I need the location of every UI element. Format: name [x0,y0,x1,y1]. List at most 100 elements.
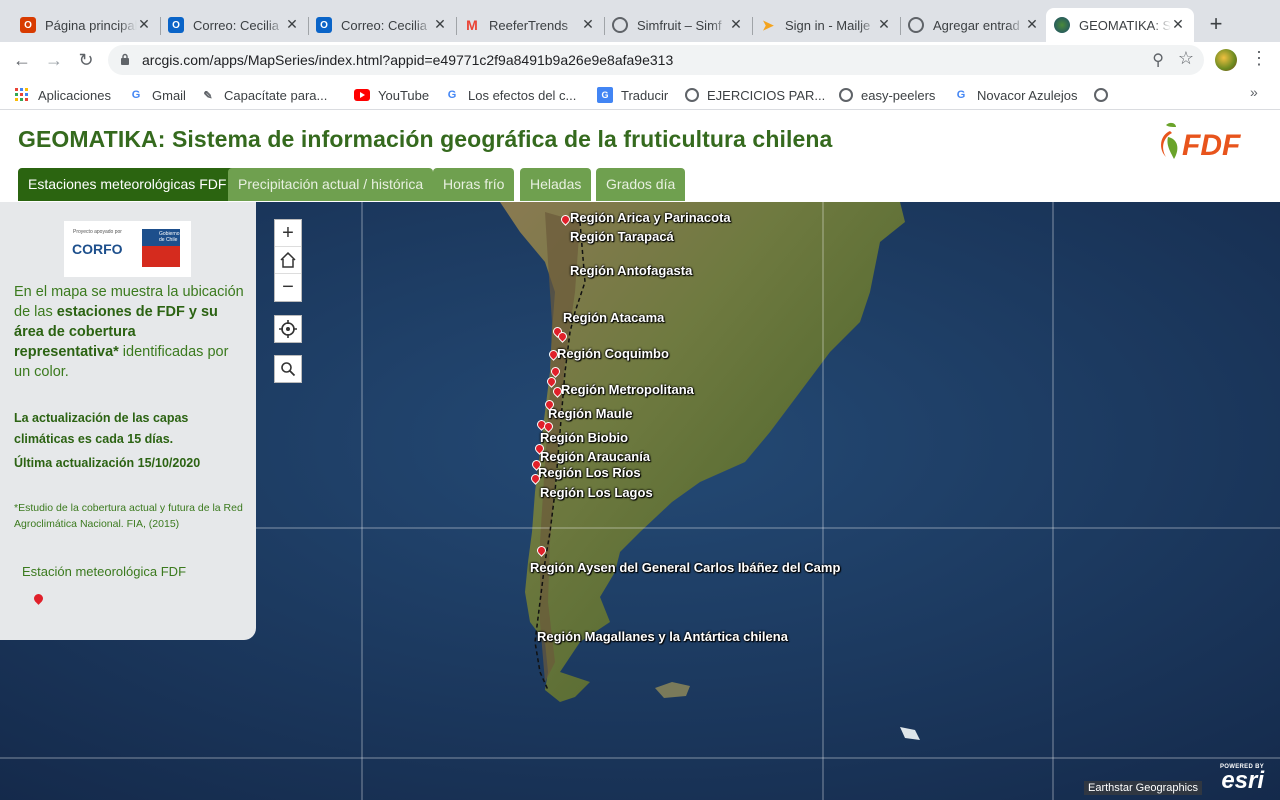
mailjet-icon: ➤ [762,16,774,33]
region-label[interactable]: Región Los Ríos [538,465,641,480]
bookmarks-bar: Aplicaciones G Gmail ✎ Capacítate para..… [0,78,1280,110]
bookmark-label: EJERCICIOS PAR... [707,87,826,103]
map-attribution: Earthstar Geographics [1084,781,1203,795]
update-frequency-text: La actualización de las capas climáticas… [14,411,189,446]
region-label[interactable]: Región Los Lagos [540,485,653,500]
zoom-control: + − [274,219,302,302]
globe-icon [1094,88,1108,102]
arcgis-globe-icon [1054,17,1070,33]
bookmark-label: Aplicaciones [38,87,111,103]
office-icon: O [20,17,36,33]
outlook-icon: O [168,17,184,33]
legend-pin-icon [32,592,45,605]
zoom-out-button[interactable]: − [275,274,301,301]
region-label[interactable]: Región Atacama [563,310,664,325]
profile-avatar[interactable] [1215,49,1237,71]
tab-precipitacion[interactable]: Precipitación actual / histórica [228,168,434,201]
bookmark-item[interactable]: G Gmail [128,86,186,104]
zoom-in-button[interactable]: + [275,220,301,247]
google-icon: G [131,89,141,101]
corfo-caption: Proyecto apoyado por [73,229,122,235]
gmail-icon: M [466,17,478,33]
bookmark-label: easy-peelers [861,87,936,103]
home-button[interactable] [275,247,301,274]
region-label[interactable]: Región Aysen del General Carlos Ibáñez d… [530,560,840,575]
url-text: arcgis.com/apps/MapSeries/index.html?app… [142,52,674,68]
bookmark-item[interactable]: Aplicaciones [14,86,111,104]
home-icon [280,251,296,268]
footnote-text: *Estudio de la cobertura actual y futura… [14,502,243,530]
tab-title: GEOMATIKA: S [1079,17,1171,33]
bookmark-item[interactable]: easy-peelers [839,86,935,104]
close-icon[interactable]: ✕ [728,16,744,32]
tab-title: Agregar entrad [933,17,1020,33]
browser-tab[interactable]: ➤ Sign in - Mailje ✕ [752,8,901,42]
close-icon[interactable]: ✕ [136,16,152,32]
close-icon[interactable]: ✕ [1024,16,1040,32]
browser-tab[interactable]: Simfruit – Simf ✕ [604,8,753,42]
close-icon[interactable]: ✕ [580,16,596,32]
locate-crosshair-icon [279,320,297,338]
region-label[interactable]: Región Coquimbo [557,346,669,361]
bookmark-item[interactable]: YouTube [354,86,429,104]
bookmark-item[interactable] [1094,86,1116,104]
lock-icon [121,53,129,65]
browser-tab[interactable]: O Página principal ✕ [12,8,161,42]
address-bar[interactable]: arcgis.com/apps/MapSeries/index.html?app… [108,45,1204,75]
zoom-magnifier-icon[interactable]: ⚲ [1152,50,1164,70]
region-label[interactable]: Región Antofagasta [570,263,692,278]
region-label[interactable]: Región Metropolitana [561,382,694,397]
bookmark-label: Gmail [152,87,186,103]
svg-text:FDF: FDF [1182,129,1241,162]
browser-tab[interactable]: Agregar entrad ✕ [900,8,1048,42]
chrome-menu-icon[interactable]: ⋮ [1250,48,1268,69]
outlook-icon: O [316,17,332,33]
gobierno-text: Gobierno de Chile [159,231,180,243]
region-label[interactable]: Región Maule [548,406,633,421]
close-icon[interactable]: ✕ [876,16,892,32]
gobierno-chile-flag-icon: Gobierno de Chile [142,229,180,267]
bookmark-item[interactable]: ✎ Capacítate para... [200,86,327,104]
tab-title: Correo: Cecilia [341,17,427,33]
tab-grados-dia[interactable]: Grados día [596,168,686,201]
bookmark-item[interactable]: G Los efectos del c... [444,86,577,104]
forward-button[interactable]: → [42,48,66,72]
region-label[interactable]: Región Tarapacá [570,229,674,244]
tab-title: Simfruit – Simf [637,17,722,33]
search-icon [281,362,296,377]
close-icon[interactable]: ✕ [432,16,448,32]
tab-horas-frio[interactable]: Horas frío [433,168,515,201]
region-label[interactable]: Región Araucanía [540,449,650,464]
close-icon[interactable]: ✕ [1170,16,1186,32]
tab-estaciones[interactable]: Estaciones meteorológicas FDF [18,168,237,201]
esri-name: esri [1221,767,1265,794]
reload-button[interactable]: ↻ [74,48,98,72]
browser-tab-active[interactable]: GEOMATIKA: S ✕ [1046,8,1194,42]
corfo-name: CORFO [72,241,123,257]
tab-title: Sign in - Mailje [785,17,871,33]
bookmark-item[interactable]: EJERCICIOS PAR... [685,86,825,104]
tab-heladas[interactable]: Heladas [520,168,592,201]
browser-tab[interactable]: O Correo: Cecilia ✕ [160,8,309,42]
bookmarks-overflow-icon[interactable]: » [1250,84,1258,100]
bookmark-item[interactable]: G Novacor Azulejos [953,86,1078,104]
legend-label: Estación meteorológica FDF [22,564,187,579]
region-label[interactable]: Región Biobio [540,430,628,445]
panel-description: En el mapa se muestra la ubicación de la… [14,282,244,382]
bookmark-item[interactable]: G Traducir [597,86,668,104]
google-icon: G [447,89,457,101]
region-label[interactable]: Región Magallanes y la Antártica chilena [537,629,788,644]
browser-tab-strip: O Página principal ✕ O Correo: Cecilia ✕… [0,0,1280,42]
browser-tab[interactable]: M ReeferTrends ✕ [456,8,605,42]
esri-logo[interactable]: POWERED BY esri [1220,764,1265,794]
corfo-gobierno-logo: Proyecto apoyado por CORFO Gobierno de C… [64,221,191,277]
locate-button[interactable] [274,315,302,343]
search-button[interactable] [274,355,302,383]
back-button[interactable]: ← [10,48,34,72]
close-icon[interactable]: ✕ [284,16,300,32]
new-tab-button[interactable]: + [1204,13,1228,37]
bookmark-star-icon[interactable]: ☆ [1178,48,1194,69]
globe-icon [839,88,853,102]
browser-tab[interactable]: O Correo: Cecilia ✕ [308,8,457,42]
region-label[interactable]: Región Arica y Parinacota [570,210,731,225]
